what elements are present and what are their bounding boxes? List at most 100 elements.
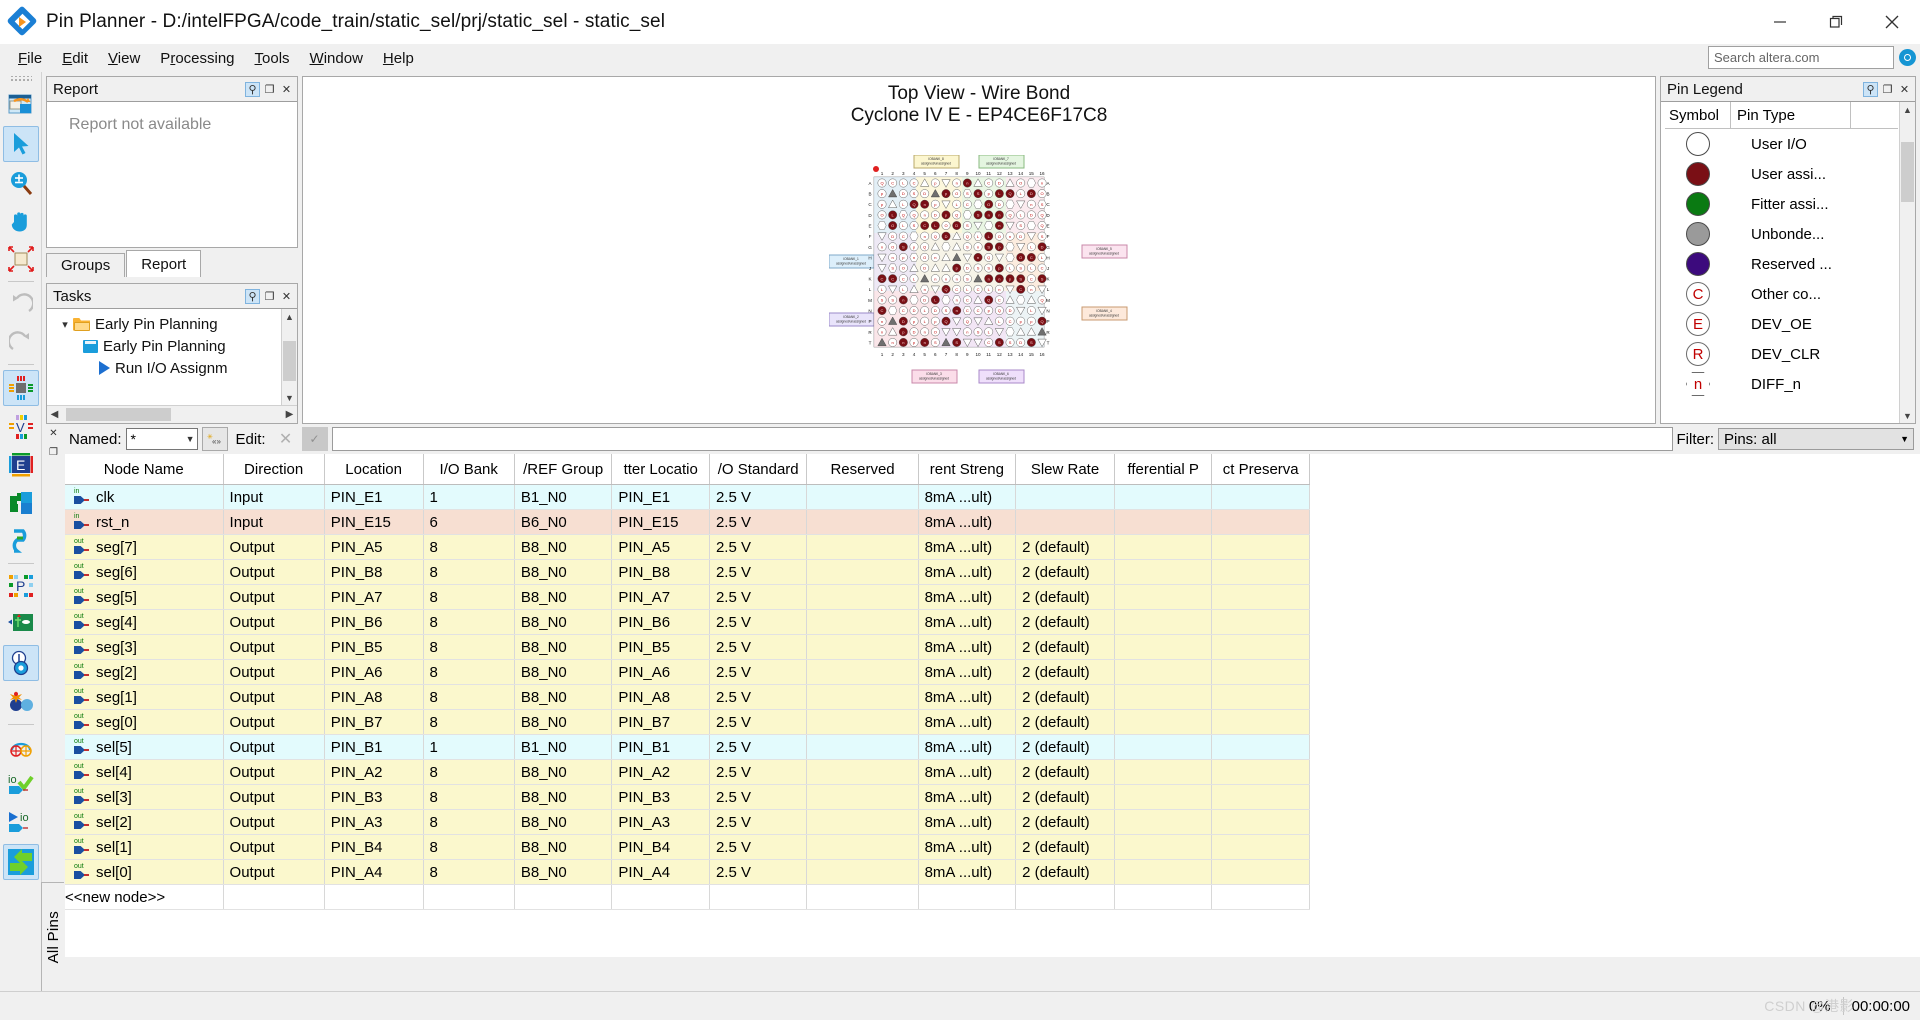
package-canvas[interactable]: IOBANK_8 assigned/unassigned IOBANK_7 as… [828,154,1129,389]
cell-bank[interactable]: 8 [423,609,515,635]
cell-bank[interactable]: 8 [423,834,515,860]
cell-reserved[interactable] [806,509,919,535]
cell-direction[interactable]: Output [223,734,325,760]
io-check-icon[interactable]: io [4,768,38,802]
cell-location[interactable]: PIN_E15 [324,509,424,535]
menu-view[interactable]: View [98,48,150,69]
cell-node[interactable]: out seg[4] [65,609,224,635]
cell-reserved[interactable] [806,784,919,810]
cell-node[interactable]: out sel[5] [65,734,224,760]
cell-direction[interactable]: Output [223,534,325,560]
cell-strict[interactable] [1211,709,1310,735]
cell-bank[interactable]: 8 [423,634,515,660]
table-row[interactable]: out seg[3] Output PIN_B5 8 B8_N0 PIN_B5 2.5 V 8m… [65,634,1310,660]
cell-location[interactable]: PIN_B4 [324,834,424,860]
close-icon[interactable]: ✕ [1897,82,1912,97]
cell-fitter[interactable]: PIN_A2 [611,759,710,785]
scroll-down-icon[interactable]: ▼ [1900,408,1915,423]
cell-reserved[interactable] [806,859,919,885]
cell-bank[interactable]: 8 [423,759,515,785]
cell-fitter[interactable]: PIN_B6 [611,609,710,635]
cell-bank[interactable]: 8 [423,584,515,610]
filter-select[interactable]: Pins: all ▼ [1718,428,1914,450]
chevron-down-icon[interactable]: ▾ [57,318,73,331]
menu-help[interactable]: Help [373,48,424,69]
column-header[interactable]: ct Preserva [1211,454,1310,485]
toolbar-grip[interactable] [9,76,32,83]
cell-direction[interactable]: Input [223,509,325,535]
cell-std[interactable]: 2.5 V [709,734,808,760]
cell-reserved[interactable] [806,559,919,585]
table-row[interactable]: out seg[6] Output PIN_B8 8 B8_N0 PIN_B8 2.5 V 8m… [65,559,1310,585]
cell-bank[interactable]: 1 [423,734,515,760]
cell-direction[interactable] [223,884,325,910]
package-pin[interactable] [1026,221,1036,230]
column-header[interactable]: rent Streng [918,454,1017,485]
restore-icon[interactable]: ❐ [1880,82,1895,97]
cell-node[interactable]: out seg[1] [65,684,224,710]
cell-location[interactable]: PIN_A6 [324,659,424,685]
cell-std[interactable]: 2.5 V [709,834,808,860]
cell-slew[interactable]: 2 (default) [1015,784,1115,810]
cell-slew[interactable]: 2 (default) [1015,834,1115,860]
cell-vref[interactable]: B8_N0 [514,534,613,560]
dsp-icon[interactable] [4,524,38,558]
table-row[interactable]: out sel[2] Output PIN_A3 8 B8_N0 PIN_A3 2.5 V 8m… [65,809,1310,835]
cell-diff[interactable] [1114,559,1213,585]
cell-vref[interactable]: B8_N0 [514,759,613,785]
column-header[interactable]: /O Standard [709,454,808,485]
column-header[interactable]: I/O Bank [423,454,515,485]
cell-vref[interactable]: B8_N0 [514,859,613,885]
minimize-button[interactable] [1752,0,1808,44]
cell-slew[interactable]: 2 (default) [1015,534,1115,560]
cell-reserved[interactable] [806,659,919,685]
cell-diff[interactable] [1114,534,1213,560]
pin-icon[interactable]: ⚲ [245,288,260,304]
scroll-up-icon[interactable]: ▲ [1900,102,1915,117]
menu-window[interactable]: Window [300,48,373,69]
cell-diff[interactable] [1114,784,1213,810]
fit-in-window-icon[interactable] [4,242,38,276]
table-row[interactable]: out sel[0] Output PIN_A4 8 B8_N0 PIN_A4 2.5 V 8m… [65,859,1310,885]
maximize-restore-icon[interactable] [1808,0,1864,44]
cell-bank[interactable]: 8 [423,659,515,685]
cell-bank[interactable]: 8 [423,559,515,585]
package-pin[interactable] [1005,253,1015,262]
cell-strict[interactable] [1211,609,1310,635]
cell-std[interactable]: 2.5 V [709,809,808,835]
cell-vref[interactable] [514,884,613,910]
cell-strict[interactable] [1211,584,1310,610]
cell-std[interactable]: 2.5 V [709,759,808,785]
cell-current[interactable]: 8mA ...ult) [918,859,1017,885]
restore-icon[interactable]: ❐ [262,289,277,304]
column-header[interactable]: Location [324,454,424,485]
cell-location[interactable] [324,884,424,910]
cell-vref[interactable]: B8_N0 [514,809,613,835]
cell-vref[interactable]: B8_N0 [514,584,613,610]
cell-bank[interactable]: 8 [423,784,515,810]
package-pin[interactable] [1016,295,1026,305]
cell-bank[interactable] [423,884,515,910]
cell-fitter[interactable]: PIN_A6 [611,659,710,685]
cell-slew[interactable] [1015,884,1115,910]
cell-direction[interactable]: Input [223,484,325,510]
menu-processing[interactable]: Processing [150,48,244,69]
cell-std[interactable]: 2.5 V [709,709,808,735]
cell-diff[interactable] [1114,709,1213,735]
scroll-up-icon[interactable]: ▲ [282,309,297,324]
package-pin[interactable] [1005,242,1015,252]
cell-direction[interactable]: Output [223,609,325,635]
package-pin[interactable] [962,210,972,220]
cell-slew[interactable]: 2 (default) [1015,759,1115,785]
cell-node[interactable]: out seg[3] [65,634,224,660]
cell-strict[interactable] [1211,659,1310,685]
cell-strict[interactable] [1211,559,1310,585]
cell-vref[interactable]: B8_N0 [514,784,613,810]
cell-current[interactable]: 8mA ...ult) [918,484,1017,510]
cell-current[interactable]: 8mA ...ult) [918,534,1017,560]
cell-node[interactable]: out sel[3] [65,784,224,810]
cell-fitter[interactable]: PIN_B3 [611,784,710,810]
pin-grid-wrapper[interactable]: Node Name Direction Location I/O Bank/REF G… [65,454,1920,957]
cell-std[interactable]: 2.5 V [709,684,808,710]
cell-node[interactable]: out seg[2] [65,659,224,685]
